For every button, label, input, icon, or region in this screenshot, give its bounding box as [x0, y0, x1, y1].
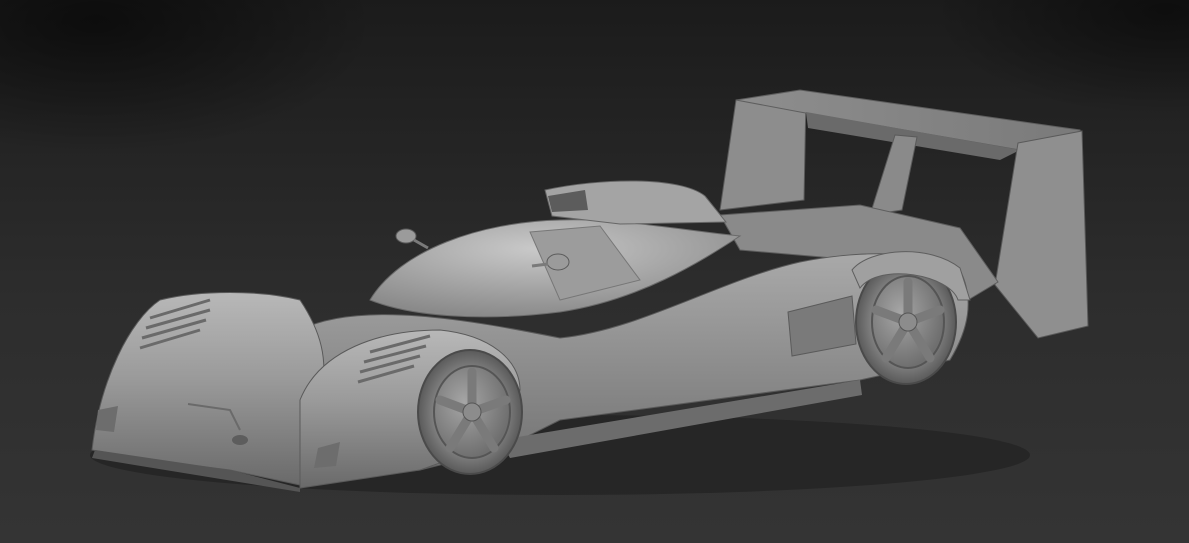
- render-viewport: [0, 0, 1189, 543]
- rear-wing-support: [869, 134, 918, 216]
- rear-wing-left-endplate: [719, 95, 807, 211]
- rear-wing-right-endplate: [994, 130, 1089, 339]
- left-mirror: [395, 228, 417, 244]
- right-mirror-stalk: [531, 262, 549, 268]
- right-mirror: [546, 253, 570, 271]
- race-car-render: [90, 89, 1089, 495]
- nose-duct: [232, 435, 248, 445]
- left-mirror-stalk: [413, 238, 429, 250]
- front-right-wheel: [417, 349, 523, 475]
